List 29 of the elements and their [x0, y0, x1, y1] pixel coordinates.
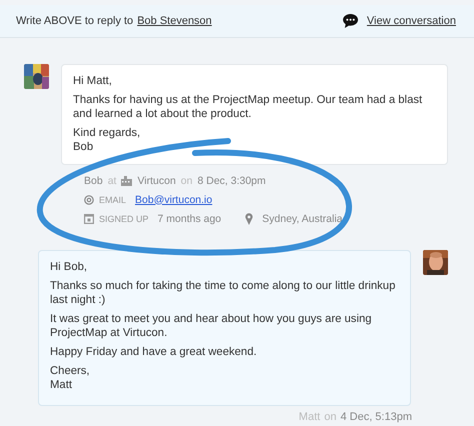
at-sign-icon	[84, 194, 94, 204]
email-label: EMAIL	[99, 194, 126, 204]
signed-up-label: SIGNED UP	[99, 214, 149, 224]
message-text: Happy Friday and have a great weekend.	[50, 345, 258, 359]
company-name: Virtucon	[137, 174, 176, 186]
author-name: Matt	[298, 411, 320, 423]
meta-text: at	[108, 174, 116, 186]
author-name: Bob	[84, 174, 103, 186]
message-text: Thanks for having us at the ProjectMap meetup. Our team had a blast and learned a lot about the product.	[73, 93, 424, 121]
message-text: Cheers, Matt	[50, 364, 91, 392]
message-text: Kind regards, Bob	[73, 126, 142, 154]
location-text: Sydney, Australia	[262, 212, 343, 224]
reply-prompt: Write ABOVE to reply to	[16, 15, 134, 27]
meta-text: on	[180, 174, 192, 186]
message-text: Hi Matt,	[73, 74, 113, 88]
recipient-link[interactable]: Bob Stevenson	[137, 15, 212, 27]
signed-up-value: 7 months ago	[158, 212, 222, 224]
meta-text: on	[324, 411, 336, 423]
calendar-icon	[84, 213, 94, 224]
message-time: 4 Dec, 5:13pm	[340, 411, 412, 423]
message-time: 8 Dec, 3:30pm	[197, 174, 266, 186]
message-text: Hi Bob,	[50, 260, 88, 274]
email-link[interactable]: Bob@virtucon.io	[135, 194, 212, 206]
message-text: It was great to meet you and hear about how you guys are using ProjectMap at Virtucon.	[50, 312, 373, 340]
location-pin-icon	[245, 212, 254, 224]
view-conversation-link[interactable]: View conversation	[366, 15, 456, 27]
speech-bubble-icon	[342, 14, 358, 28]
building-icon	[121, 176, 132, 186]
message-text: Thanks so much for taking the time to come along to our little drinkup last night :)	[50, 279, 396, 307]
